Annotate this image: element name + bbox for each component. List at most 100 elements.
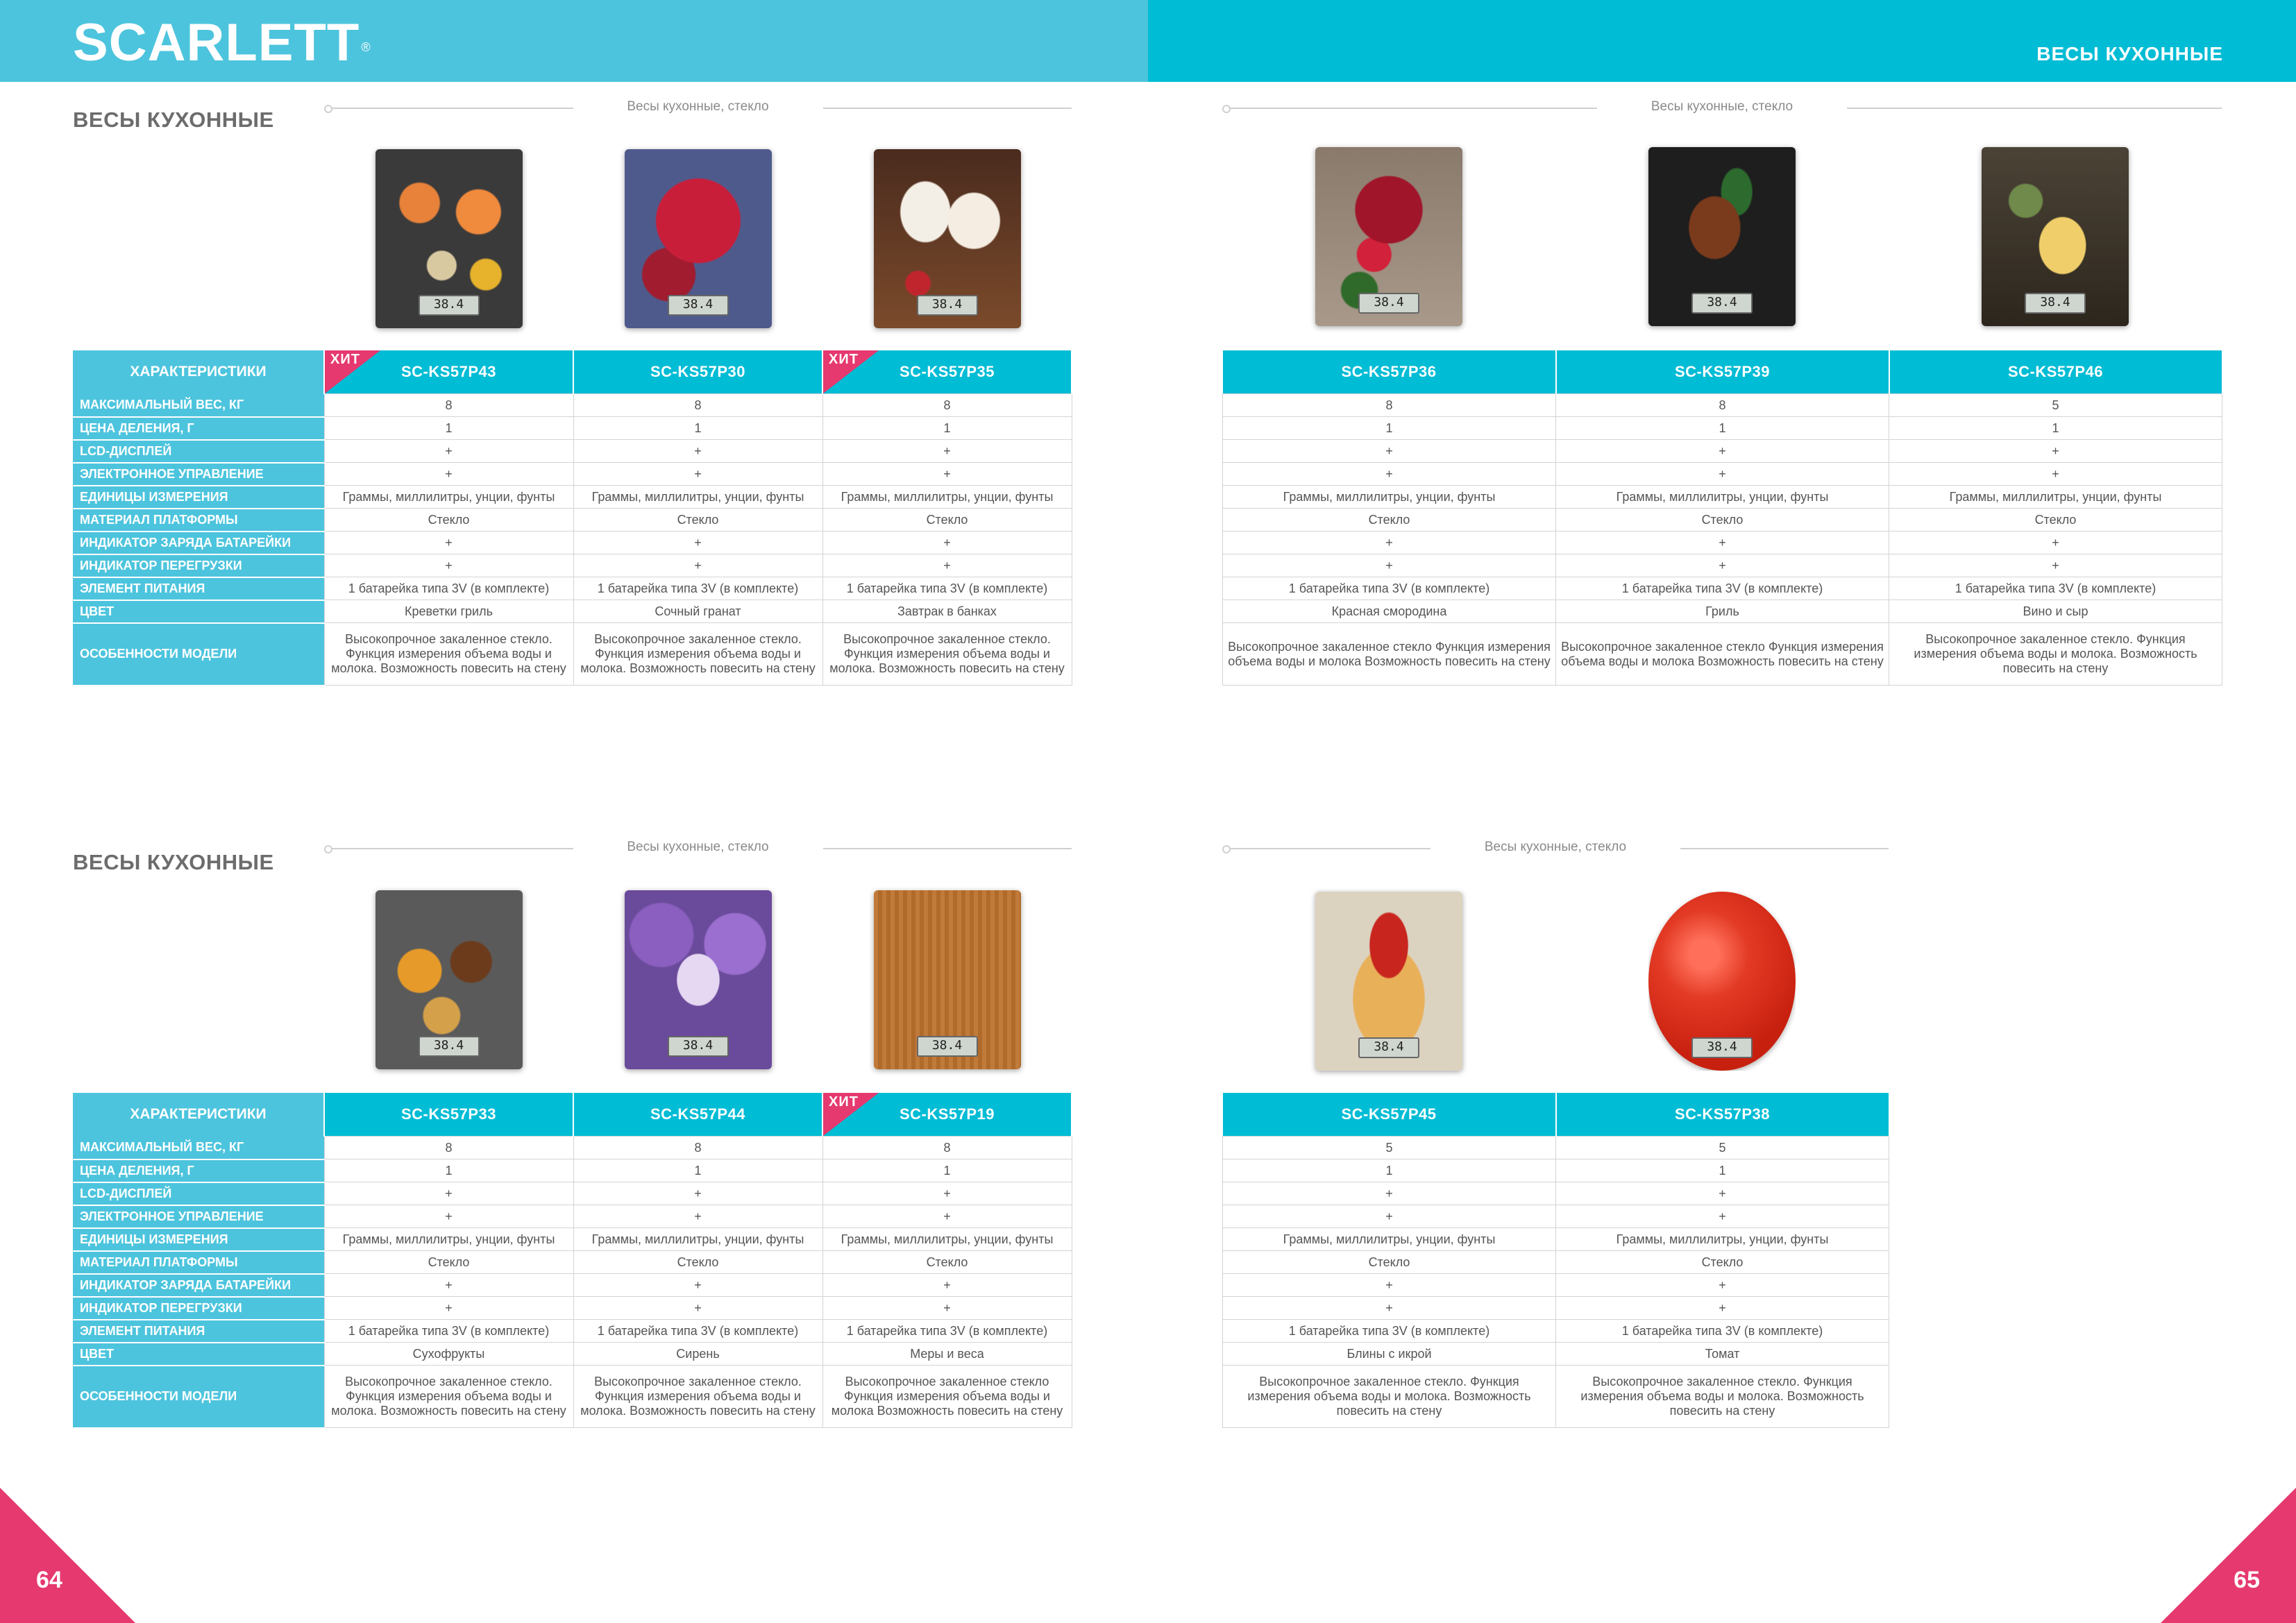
spec-value: Стекло (1889, 508, 2222, 532)
spec-value: Стекло (822, 508, 1072, 532)
spec-value: 1 (1555, 416, 1889, 440)
pancakes-scale-image: 38.4 (1315, 892, 1462, 1071)
lcd-readout: 38.4 (1691, 293, 1753, 314)
hit-badge-label: ХИТ (829, 1094, 859, 1110)
spec-value: + (323, 439, 574, 463)
section-title-top: ВЕСЫ КУХОННЫЕ (73, 108, 274, 132)
row-label: ЦВЕТ (73, 600, 324, 624)
row-label: ЭЛЕМЕНТ ПИТАНИЯ (73, 1319, 324, 1343)
spec-value: 5 (1555, 1136, 1889, 1159)
category-label: Весы кухонные, стекло (1430, 838, 1680, 856)
model-name: SC-KS57P46 (2007, 363, 2104, 380)
row-label: ЭЛЕКТРОННОЕ УПРАВЛЕНИЕ (73, 1205, 324, 1229)
spec-value: Томат (1555, 1342, 1889, 1366)
spec-value: + (1555, 1205, 1889, 1228)
spec-value: + (573, 1273, 823, 1297)
spec-value: 1 (1889, 416, 2222, 440)
spec-value: 5 (1222, 1136, 1556, 1159)
row-label: ЦВЕТ (73, 1342, 324, 1366)
header-right-bar: ВЕСЫ КУХОННЫЕ (1148, 0, 2296, 82)
spec-value: 1 батарейка типа 3V (в комплекте) (323, 577, 574, 600)
page-number-right: 65 (2234, 1567, 2260, 1593)
spec-value: + (1222, 531, 1556, 554)
lcd-readout: 38.4 (916, 295, 978, 316)
row-label: ЭЛЕМЕНТ ПИТАНИЯ (73, 577, 324, 601)
spec-value: 1 батарейка типа 3V (в комплекте) (1555, 1319, 1889, 1343)
spec-value: + (822, 462, 1072, 486)
header-left-bar: SCARLETT ® (0, 0, 1148, 82)
row-label: ОСОБЕННОСТИ МОДЕЛИ (73, 1365, 324, 1429)
spec-value: + (323, 1296, 574, 1320)
spec-value: Стекло (1222, 1250, 1556, 1274)
model-header: ХИТ SC-KS57P19 (822, 1093, 1072, 1137)
spec-value: Стекло (822, 1250, 1072, 1274)
row-label: ЭЛЕКТРОННОЕ УПРАВЛЕНИЕ (73, 462, 324, 486)
lcd-readout: 38.4 (916, 1036, 978, 1057)
row-label: ИНДИКАТОР ЗАРЯДА БАТАРЕЙКИ (73, 1273, 324, 1298)
shrimp-scale-image: 38.4 (375, 149, 523, 328)
spec-value: Граммы, миллилитры, унции, фунты (1555, 1227, 1889, 1251)
spec-value: Стекло (1555, 1250, 1889, 1274)
spec-value: Стекло (323, 508, 574, 532)
row-label: ИНДИКАТОР ЗАРЯДА БАТАРЕЙКИ (73, 531, 324, 555)
spec-value: Гриль (1555, 600, 1889, 623)
spec-value: Высокопрочное закаленное стекло. Функция… (323, 622, 574, 686)
spec-value: Граммы, миллилитры, унции, фунты (1889, 485, 2222, 509)
spec-value: Блины с икрой (1222, 1342, 1556, 1366)
model-header: SC-KS57P44 (573, 1093, 823, 1137)
spec-table: ХАРАКТЕРИСТИКИ ХИТ SC-KS57P43 SC-KS57P30 ХИТ… (73, 350, 1072, 686)
spec-value: 1 (323, 1159, 574, 1182)
page-header-title: ВЕСЫ КУХОННЫЕ (2036, 43, 2223, 65)
characteristics-header: ХАРАКТЕРИСТИКИ (73, 1093, 325, 1137)
spec-value: + (1222, 1296, 1556, 1320)
spec-value: 8 (573, 1136, 823, 1159)
spec-value: Высокопрочное закаленное стекло. Функция… (1889, 622, 2222, 686)
characteristics-header: ХАРАКТЕРИСТИКИ (73, 350, 325, 394)
wine-cheese-scale-image: 38.4 (1982, 147, 2129, 326)
spec-value: 1 (323, 416, 574, 440)
row-label: МАТЕРИАЛ ПЛАТФОРМЫ (73, 1250, 324, 1275)
page-corner-left (0, 1488, 135, 1623)
spec-table: SC-KS57P45 SC-KS57P38 5 5 1 1 + + + + Граммы, милл… (1222, 1093, 1890, 1428)
spec-value: Стекло (1222, 508, 1556, 532)
spec-value: 8 (323, 1136, 574, 1159)
measures-scale-image: 38.4 (873, 890, 1021, 1069)
row-label: ЕДИНИЦЫ ИЗМЕРЕНИЯ (73, 485, 324, 509)
spec-value: Стекло (573, 1250, 823, 1274)
spec-value: 8 (573, 393, 823, 417)
model-name: SC-KS57P43 (400, 363, 497, 380)
spec-value: + (822, 1182, 1072, 1205)
spec-value: + (1555, 554, 1889, 577)
spec-value: + (573, 531, 823, 554)
row-label: LCD-ДИСПЛЕЙ (73, 439, 324, 464)
lcd-readout: 38.4 (667, 1036, 729, 1057)
spec-value: + (573, 1296, 823, 1320)
spec-value: 1 (573, 1159, 823, 1182)
model-header: SC-KS57P45 (1222, 1093, 1557, 1137)
row-label: ЦЕНА ДЕЛЕНИЯ, Г (73, 1159, 324, 1183)
spec-value: 8 (1555, 393, 1889, 417)
spec-value: 1 (822, 1159, 1072, 1182)
model-name: SC-KS57P19 (899, 1105, 995, 1123)
lilac-scale-image: 38.4 (624, 890, 772, 1069)
row-label: ОСОБЕННОСТИ МОДЕЛИ (73, 622, 324, 686)
spec-value: Красная смородина (1222, 600, 1556, 623)
spec-value: 5 (1889, 393, 2222, 417)
spec-value: + (573, 1205, 823, 1228)
spec-value: Граммы, миллилитры, унции, фунты (822, 485, 1072, 509)
spec-value: + (323, 1205, 574, 1228)
spec-value: + (1555, 1296, 1889, 1320)
page-number-left: 64 (36, 1567, 62, 1593)
lcd-readout: 38.4 (418, 295, 480, 316)
model-header: SC-KS57P30 (573, 350, 823, 394)
spec-value: Стекло (1555, 508, 1889, 532)
spec-value: 1 батарейка типа 3V (в комплекте) (323, 1319, 574, 1343)
model-name: SC-KS57P30 (650, 363, 746, 380)
spec-value: + (1889, 439, 2222, 463)
spec-value: Высокопрочное закаленное стекло Функция … (1222, 622, 1556, 686)
spec-value: + (573, 554, 823, 577)
spec-value: Высокопрочное закаленное стекло Функция … (822, 1365, 1072, 1428)
row-label: ЦЕНА ДЕЛЕНИЯ, Г (73, 416, 324, 441)
lcd-readout: 38.4 (1358, 1037, 1419, 1058)
row-label: ЕДИНИЦЫ ИЗМЕРЕНИЯ (73, 1227, 324, 1252)
